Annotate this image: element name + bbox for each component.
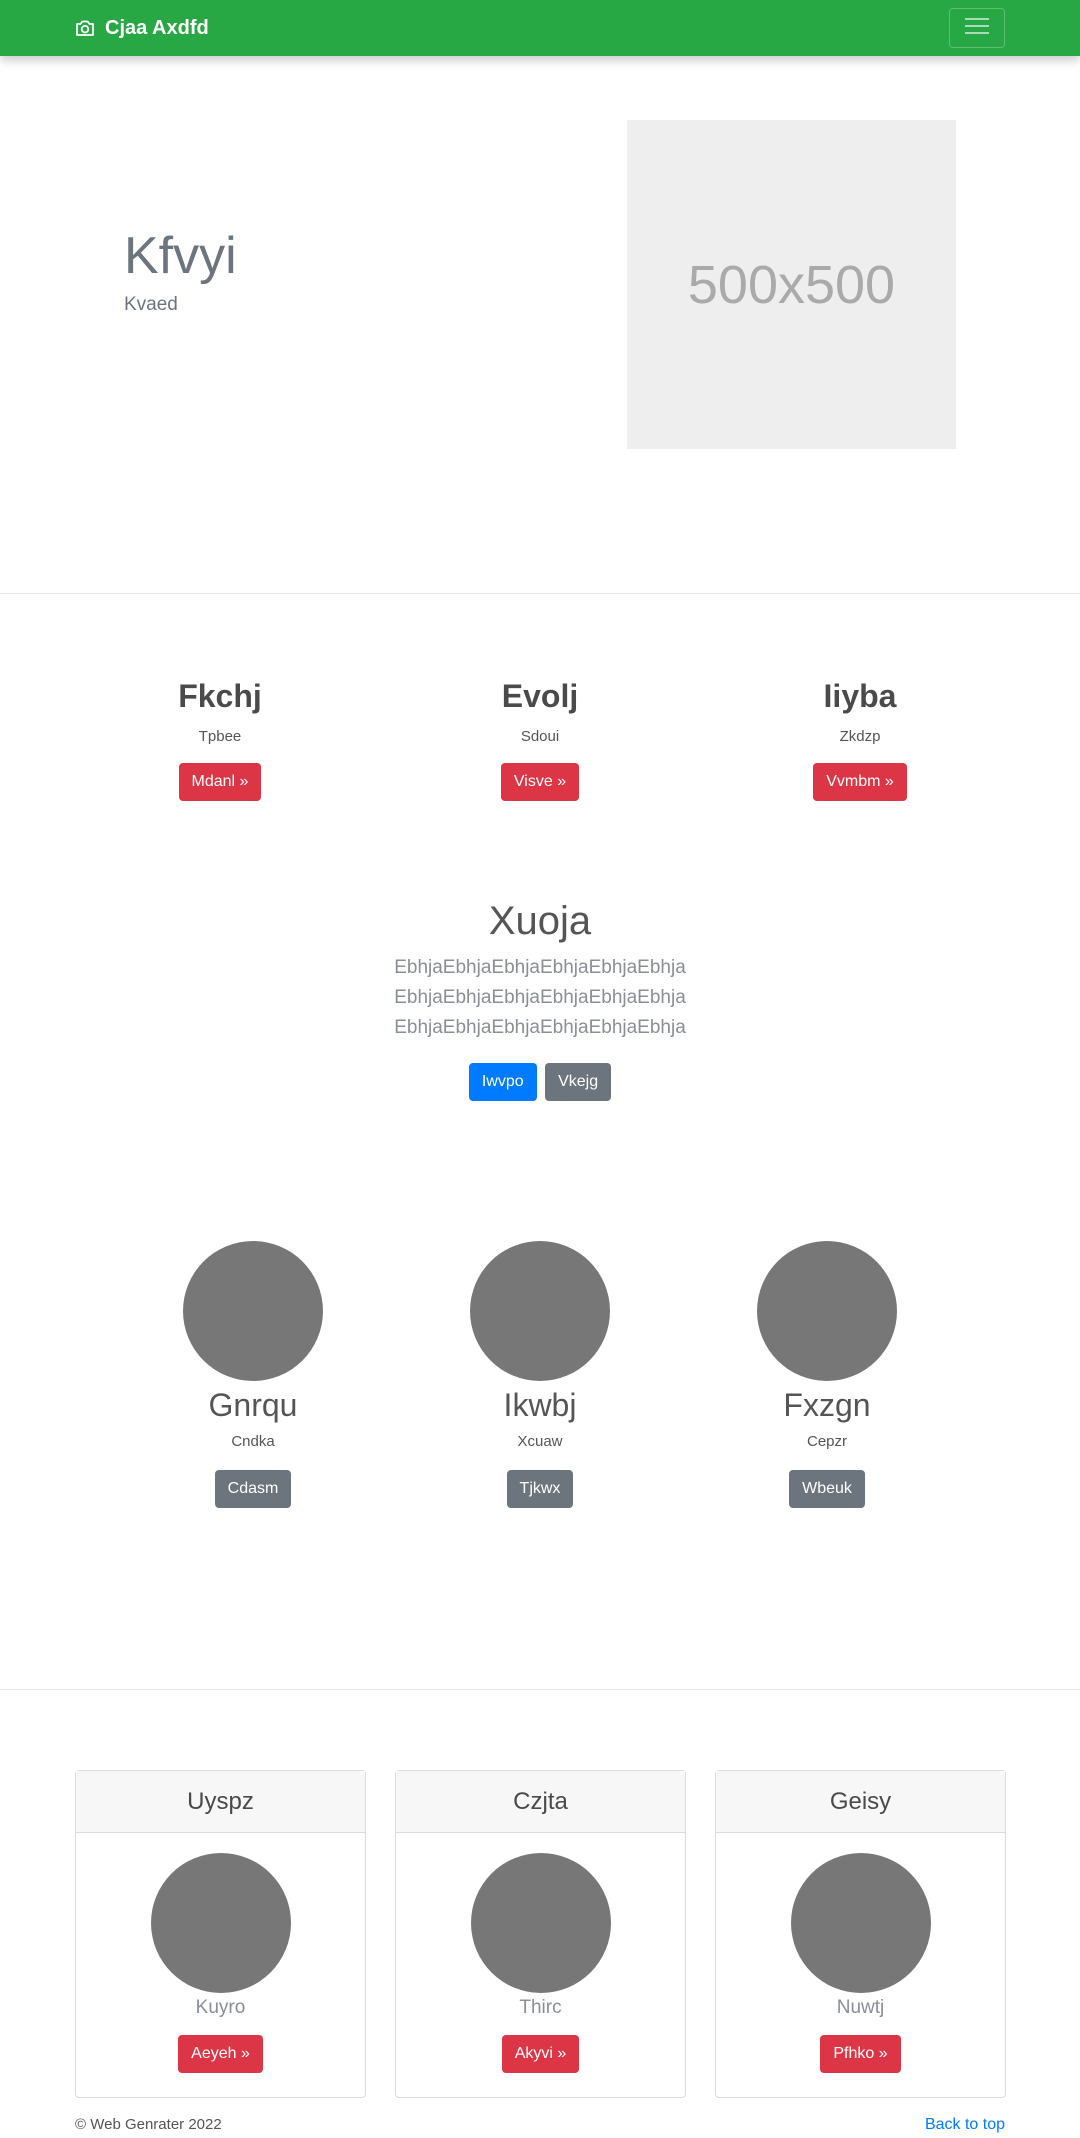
avatar [757,1241,897,1381]
profile-button[interactable]: Tjkwx [506,1470,574,1508]
profile-button[interactable]: Wbeuk [789,1470,865,1508]
feature-title: Evolj [501,678,579,714]
card: Czjta Thirc Akyvi » [395,1770,686,2098]
feature-column: Fkchj Tpbee Mdanl » [70,676,370,801]
hamburger-menu-icon [963,15,991,42]
feature-column: Iiyba Zkdzp Vvmbm » [710,676,1010,801]
section-divider [0,593,1080,594]
card-header: Czjta [396,1771,685,1833]
profile-text: Xcuaw [517,1433,563,1450]
section-divider [0,1689,1080,1690]
feature-text: Zkdzp [839,728,881,745]
profile-text: Cepzr [806,1433,847,1450]
feature-title: Iiyba [823,678,897,714]
secondary-button[interactable]: Vkejg [545,1063,612,1101]
feature-title: Fkchj [178,678,262,714]
navbar-toggler-button[interactable] [949,8,1005,48]
card: Geisy Nuwtj Pfhko » [715,1770,1006,2098]
feature-column: Evolj Sdoui Visve » [390,676,690,801]
avatar [470,1241,610,1381]
avatar [470,1853,611,1993]
card-name: Kuyro [195,1997,246,2018]
avatar [183,1241,323,1381]
profile-title: Ikwbj [503,1387,577,1423]
back-to-top-link[interactable]: Back to top [925,2116,1005,2134]
feature-text: Tpbee [198,728,242,745]
card-header: Uyspz [76,1771,365,1833]
center-lead-text: EbhjaEbhjaEbhjaEbhjaEbhjaEbhja EbhjaEbhj… [394,957,686,1038]
footer-copyright: © Web Genrater 2022 [75,2116,222,2133]
profile-column: Ikwbj Xcuaw Tjkwx [420,1241,660,1508]
profile-column: Gnrqu Cndka Cdasm [133,1241,373,1508]
center-title: Xuoja [488,899,592,943]
card: Uyspz Kuyro Aeyeh » [75,1770,366,2098]
card-button[interactable]: Aeyeh » [178,2035,263,2073]
profile-button[interactable]: Cdasm [214,1470,292,1508]
brand-link[interactable]: Cjaa Axdfd [75,0,209,56]
profile-title: Fxzgn [783,1387,871,1423]
primary-button[interactable]: Iwvpo [468,1063,537,1101]
feature-button[interactable]: Vvmbm » [813,763,907,801]
card-header: Geisy [716,1771,1005,1833]
profile-column: Fxzgn Cepzr Wbeuk [707,1241,947,1508]
hero-title: Kfvyi [124,227,237,285]
navbar: Cjaa Axdfd [0,0,1080,56]
avatar [790,1853,931,1993]
profile-text: Cndka [231,1433,275,1450]
feature-text: Sdoui [520,728,560,745]
card-name: Nuwtj [836,1997,885,2018]
center-button-group: Iwvpo Vkejg [0,1063,1080,1101]
placeholder-image-label: 500x500 [687,254,896,315]
card-button[interactable]: Pfhko » [820,2035,901,2073]
avatar [150,1853,291,1993]
hero-placeholder-image: 500x500 [627,120,956,449]
hero-subtitle: Kvaed [124,294,178,315]
brand-name: Cjaa Axdfd [105,16,209,39]
center-section: Xuoja EbhjaEbhjaEbhjaEbhjaEbhjaEbhja Ebh… [0,895,1080,1101]
card-button[interactable]: Akyvi » [501,2035,580,2073]
feature-button[interactable]: Mdanl » [178,763,262,801]
feature-button[interactable]: Visve » [500,763,580,801]
profile-title: Gnrqu [208,1387,298,1423]
camera-icon [75,19,95,37]
card-name: Thirc [519,1997,562,2018]
